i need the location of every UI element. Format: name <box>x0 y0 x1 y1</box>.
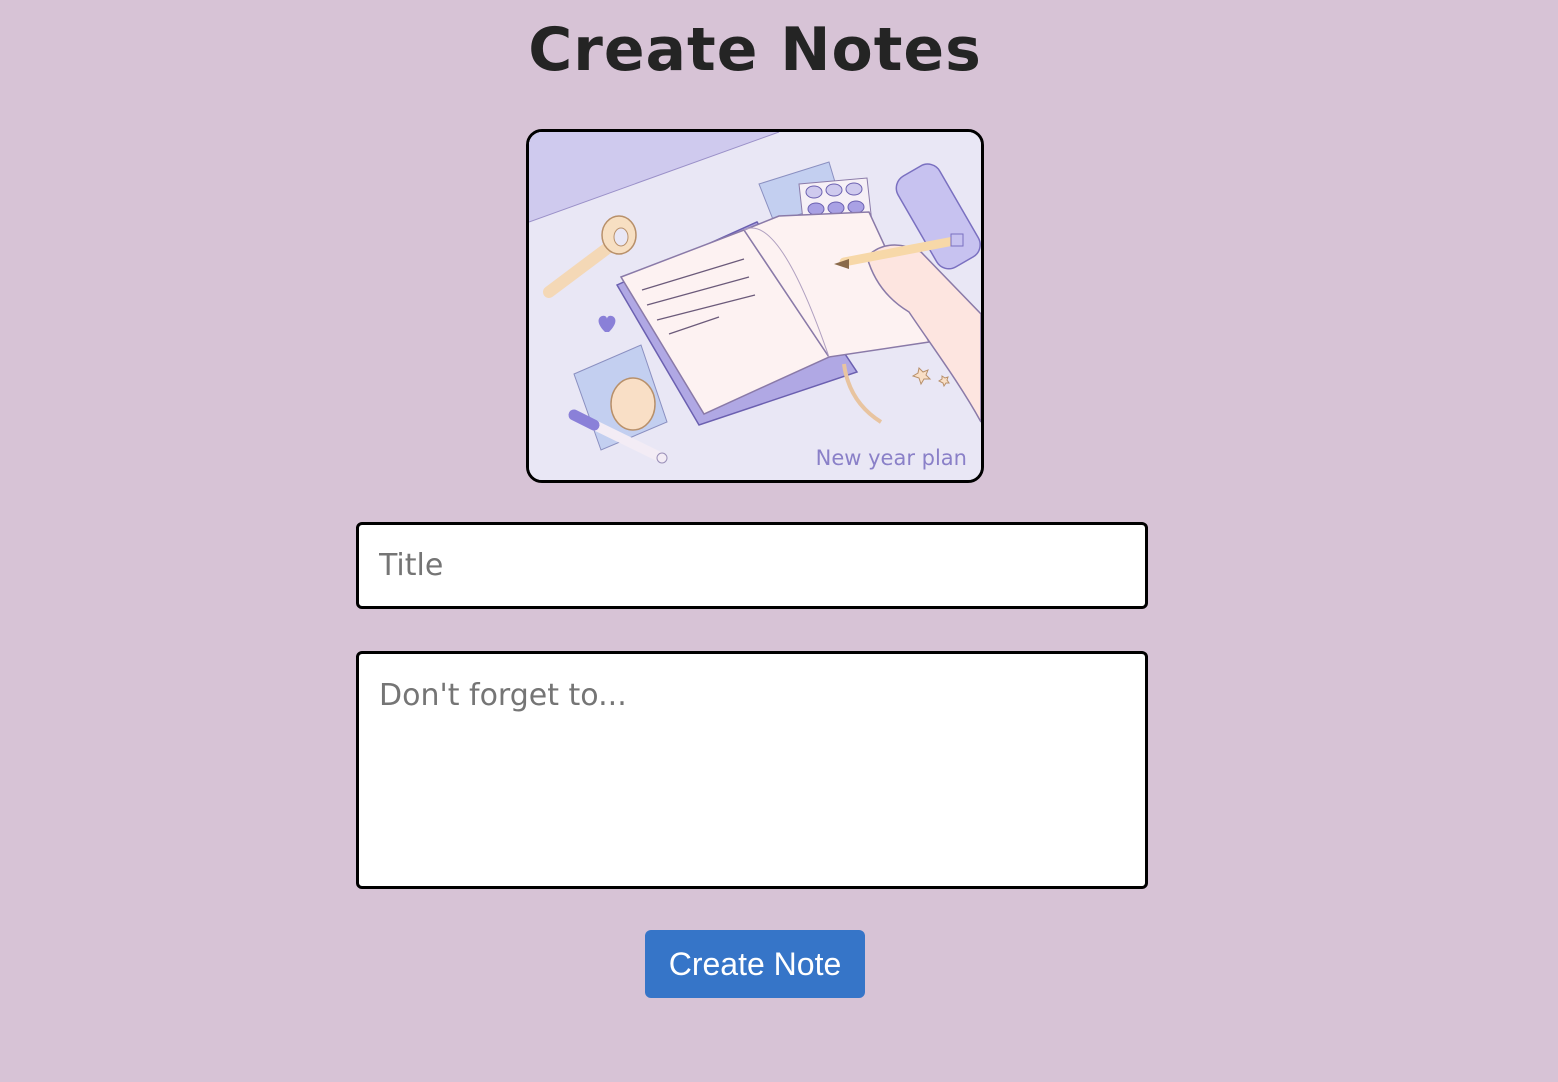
notebook-illustration: New year plan <box>526 129 984 483</box>
note-content-textarea[interactable] <box>356 651 1148 889</box>
title-input[interactable] <box>356 522 1148 609</box>
page-title: Create Notes <box>528 15 982 85</box>
illustration-caption: New year plan <box>816 446 967 470</box>
create-note-button[interactable]: Create Note <box>645 930 865 998</box>
